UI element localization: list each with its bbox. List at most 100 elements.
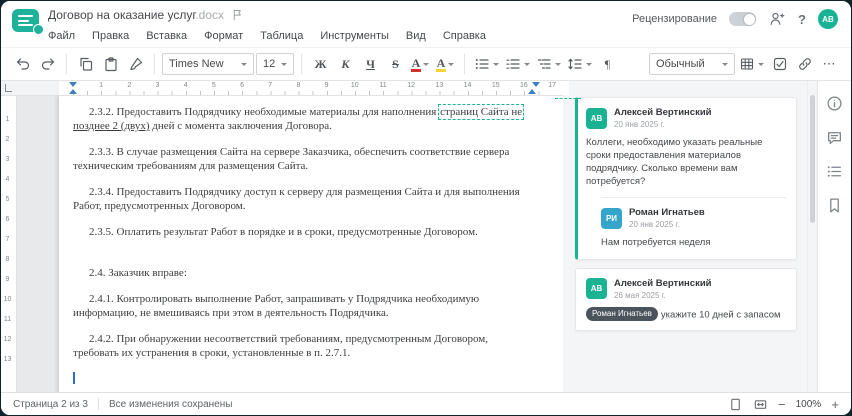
menu-item[interactable]: Файл bbox=[48, 30, 75, 42]
paste-button[interactable] bbox=[99, 52, 122, 76]
ruler-number: 1 bbox=[99, 82, 104, 89]
menu-item[interactable]: Инструменты bbox=[320, 30, 389, 42]
paragraph[interactable]: 2.4. Заказчик вправе: bbox=[73, 266, 533, 280]
navigation-icon[interactable] bbox=[825, 161, 845, 181]
undo-button[interactable] bbox=[11, 52, 34, 76]
document-canvas: 2.3.2. Предоставить Подрядчику необходим… bbox=[17, 96, 563, 392]
format-painter-button[interactable] bbox=[124, 52, 147, 76]
paragraph[interactable]: 2.3.3. В случае размещения Сайта на серв… bbox=[73, 145, 533, 173]
tab-stop-marker[interactable] bbox=[532, 82, 540, 87]
logo-edit-badge bbox=[33, 24, 44, 35]
more-tools-button[interactable]: ⋯ bbox=[818, 52, 841, 76]
vertical-scrollbar[interactable] bbox=[807, 81, 817, 392]
menu-item[interactable]: Справка bbox=[443, 30, 486, 42]
comment-reply[interactable]: РИ Роман Игнатьев 20 янв 2025 г. Нам пот… bbox=[601, 197, 786, 249]
menu-item[interactable]: Таблица bbox=[260, 30, 303, 42]
font-color-button[interactable]: А bbox=[409, 52, 432, 76]
paragraph[interactable]: 2.4.1. Контролировать выполнение Работ, … bbox=[73, 292, 533, 320]
strikethrough-button[interactable]: S bbox=[384, 52, 407, 76]
vertical-ruler[interactable]: 1 2 3 4 5 6 7 8 9 10 11 12 13 bbox=[1, 96, 17, 392]
right-indent-marker[interactable] bbox=[528, 89, 536, 94]
ruler-number: 6 bbox=[5, 216, 10, 223]
paragraph[interactable]: 2.4.2. При обнаружении несоответствий тр… bbox=[73, 332, 533, 360]
reply-author: Роман Игнатьев bbox=[629, 207, 705, 219]
comment-highlight[interactable]: страниц Сайта не bbox=[438, 104, 525, 120]
header: Договор на оказание услуг.docx Файл Правк… bbox=[1, 1, 851, 47]
ruler-number: 5 bbox=[5, 196, 10, 203]
underline-button[interactable]: Ч bbox=[359, 52, 382, 76]
zoom-in-button[interactable]: + bbox=[831, 398, 839, 411]
tab-selector[interactable] bbox=[5, 84, 12, 92]
ruler-number: 14 bbox=[463, 82, 472, 89]
redo-button[interactable] bbox=[36, 52, 59, 76]
save-status: Все изменения сохранены bbox=[108, 398, 233, 410]
multilevel-list-button[interactable] bbox=[534, 52, 563, 76]
review-toggle[interactable] bbox=[729, 12, 757, 26]
paragraph[interactable]: 2.3.4. Предоставить Подрядчику доступ к … bbox=[73, 185, 533, 213]
avatar: АВ bbox=[586, 107, 607, 129]
help-icon[interactable]: ? bbox=[798, 12, 806, 27]
first-line-indent-marker[interactable] bbox=[69, 82, 77, 87]
comments-panel-icon[interactable] bbox=[825, 127, 845, 147]
toolbar-divider bbox=[154, 54, 155, 74]
fit-width-icon[interactable] bbox=[753, 396, 769, 412]
highlight-color-button[interactable]: А bbox=[434, 52, 457, 76]
info-icon[interactable] bbox=[825, 93, 845, 113]
numbered-list-button[interactable] bbox=[503, 52, 532, 76]
menu-item[interactable]: Вставка bbox=[146, 30, 187, 42]
bold-button[interactable]: Ж bbox=[309, 52, 332, 76]
font-name-select[interactable]: Times New bbox=[162, 53, 254, 75]
avatar: АВ bbox=[586, 278, 607, 300]
format-toolbar: Times New 12 Ж К Ч S А А ¶ Обычный ⋯ bbox=[1, 47, 851, 81]
right-sidebar bbox=[817, 81, 851, 392]
zoom-out-button[interactable]: − bbox=[778, 398, 786, 411]
flag-icon[interactable] bbox=[231, 8, 244, 22]
page-indicator[interactable]: Страница 2 из 3 bbox=[13, 399, 88, 410]
insert-table-button[interactable] bbox=[737, 52, 766, 76]
horizontal-ruler[interactable]: 1 2 3 4 5 6 7 8 9 10 11 12 13 14 15 16 17 bbox=[1, 81, 569, 96]
menu-item[interactable]: Правка bbox=[92, 30, 129, 42]
bold-glyph: Ж bbox=[314, 57, 327, 71]
scrollbar-thumb[interactable] bbox=[810, 95, 815, 223]
bullet-list-button[interactable] bbox=[472, 52, 501, 76]
comment-thread[interactable]: АВ Алексей Вертинский 20 янв 2025 г. Кол… bbox=[575, 97, 797, 260]
app-window: Договор на оказание услуг.docx Файл Правк… bbox=[1, 1, 851, 415]
more-dots-glyph: ⋯ bbox=[822, 56, 837, 71]
menu-item[interactable]: Формат bbox=[204, 30, 243, 42]
zoom-value[interactable]: 100% bbox=[794, 399, 822, 410]
comment-author: Алексей Вертинский bbox=[614, 277, 712, 289]
paragraph-style-select[interactable]: Обычный bbox=[649, 53, 735, 75]
paragraph[interactable]: 2.3.2. Предоставить Подрядчику необходим… bbox=[73, 104, 533, 133]
ruler-number: 11 bbox=[379, 82, 387, 89]
strikethrough-glyph: S bbox=[392, 57, 399, 71]
user-avatar[interactable]: АВ bbox=[818, 9, 838, 29]
left-indent-marker[interactable] bbox=[69, 89, 77, 94]
bookmark-icon[interactable] bbox=[825, 195, 845, 215]
toolbar-divider bbox=[301, 54, 302, 74]
paragraph-mark-glyph: ¶ bbox=[604, 56, 611, 71]
chevron-down-icon bbox=[722, 62, 728, 66]
line-spacing-button[interactable] bbox=[565, 52, 594, 76]
comment-text-body: укажите 10 дней с запасом bbox=[660, 309, 781, 321]
users-icon[interactable] bbox=[768, 10, 786, 28]
ruler-number: 3 bbox=[155, 82, 160, 89]
app-logo[interactable] bbox=[12, 9, 44, 35]
fit-page-icon[interactable] bbox=[728, 396, 744, 412]
ruler-number: 13 bbox=[3, 356, 12, 363]
font-size-select[interactable]: 12 bbox=[256, 53, 294, 75]
paragraph-marks-button[interactable]: ¶ bbox=[596, 52, 619, 76]
italic-button[interactable]: К bbox=[334, 52, 357, 76]
comment-thread[interactable]: АВ Алексей Вертинский 26 мая 2025 г. Ром… bbox=[575, 267, 797, 332]
toolbar-divider bbox=[66, 54, 67, 74]
document-page[interactable]: 2.3.2. Предоставить Подрядчику необходим… bbox=[59, 96, 563, 392]
ruler-number: 12 bbox=[3, 336, 12, 343]
comment-date: 20 янв 2025 г. bbox=[614, 120, 665, 129]
chevron-down-icon bbox=[241, 62, 247, 66]
status-bar: Страница 2 из 3 Все изменения сохранены … bbox=[1, 392, 851, 415]
paragraph[interactable]: 2.3.5. Оплатить результат Работ в порядк… bbox=[73, 225, 533, 239]
reply-text: Нам потребуется неделя bbox=[601, 237, 711, 249]
checkbox-button[interactable] bbox=[768, 52, 791, 76]
copy-button[interactable] bbox=[74, 52, 97, 76]
insert-link-button[interactable] bbox=[793, 52, 816, 76]
menu-item[interactable]: Вид bbox=[406, 30, 426, 42]
